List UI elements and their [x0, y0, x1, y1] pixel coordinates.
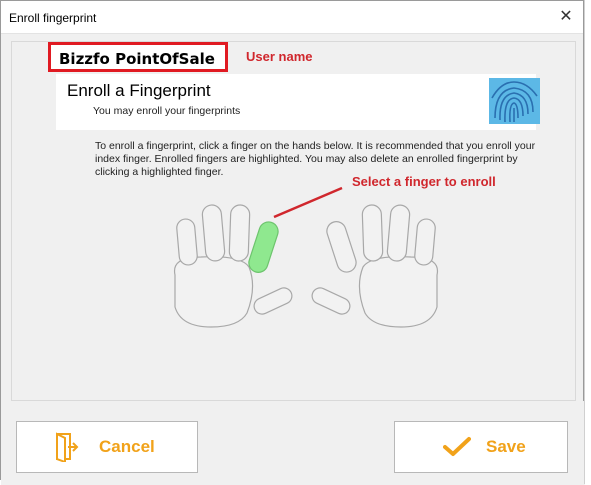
save-label: Save: [486, 437, 526, 456]
user-name-box: Bizzfo PointOfSale: [48, 42, 228, 72]
page-subtitle: You may enroll your fingerprints: [93, 105, 241, 117]
right-palm: [358, 256, 439, 328]
left-palm: [173, 256, 254, 328]
left-little-finger[interactable]: [176, 218, 198, 266]
user-name-annotation: User name: [246, 49, 313, 64]
header-panel: Enroll a Fingerprint You may enroll your…: [56, 74, 536, 130]
right-little-finger[interactable]: [414, 218, 436, 266]
right-index-finger[interactable]: [324, 219, 358, 274]
enroll-window: Enroll fingerprint ✕ Enroll a Fingerprin…: [0, 0, 585, 485]
left-middle-finger[interactable]: [228, 204, 251, 262]
right-ring-finger[interactable]: [386, 204, 411, 262]
window-title: Enroll fingerprint: [9, 11, 97, 25]
left-index-finger[interactable]: [246, 219, 280, 274]
finger-annotation: Select a finger to enroll: [352, 174, 496, 189]
background-window-edge: [584, 0, 591, 484]
save-button[interactable]: Save: [394, 421, 568, 473]
user-name: Bizzfo PointOfSale: [59, 50, 215, 68]
close-button[interactable]: ✕: [555, 7, 577, 27]
right-middle-finger[interactable]: [361, 204, 384, 262]
right-thumb[interactable]: [309, 285, 352, 316]
title-bar: Enroll fingerprint ✕: [1, 1, 583, 34]
checkmark-icon: [443, 436, 471, 463]
fingerprint-icon: [489, 78, 540, 124]
exit-door-icon: [53, 432, 79, 467]
left-ring-finger[interactable]: [201, 204, 226, 262]
cancel-label: Cancel: [99, 437, 155, 456]
hands-diagram: [161, 197, 451, 337]
cancel-button[interactable]: Cancel: [16, 421, 198, 473]
page-title: Enroll a Fingerprint: [67, 81, 211, 100]
left-thumb[interactable]: [251, 285, 294, 316]
